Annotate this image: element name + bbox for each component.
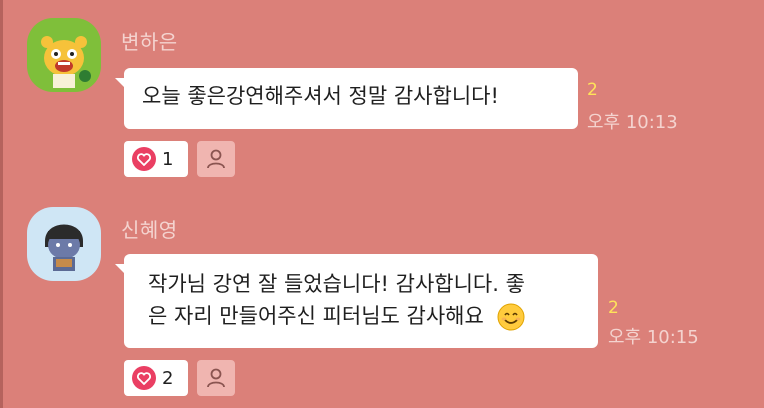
reaction-users-button[interactable]	[197, 141, 235, 177]
message-time: 오후 10:13	[587, 112, 678, 133]
message-bubble[interactable]: 작가님 강연 잘 들었습니다! 감사합니다. 좋 은 자리 만들어주신 피터님도…	[115, 254, 598, 348]
ryan-character-icon	[27, 18, 101, 92]
avatar[interactable]	[27, 18, 101, 92]
reaction-count: 1	[162, 148, 174, 170]
heart-icon	[132, 366, 156, 390]
message-text-line: 은 자리 만들어주신 피터님도 감사해요	[148, 304, 484, 328]
heart-icon	[132, 147, 156, 171]
unread-count: 2	[608, 298, 619, 318]
unread-count: 2	[587, 80, 598, 100]
reaction-count: 2	[162, 367, 174, 389]
window-edge	[0, 0, 3, 408]
message-time: 오후 10:15	[608, 327, 699, 348]
character-icon	[27, 207, 101, 281]
sender-name: 변하은	[121, 30, 178, 54]
reaction-users-button[interactable]	[197, 360, 235, 396]
avatar[interactable]	[27, 207, 101, 281]
message-text: 오늘 좋은강연해주셔서 정말 감사합니다!	[142, 84, 499, 108]
message-bubble[interactable]: 오늘 좋은강연해주셔서 정말 감사합니다!	[115, 68, 578, 129]
smile-emoji-icon	[497, 303, 525, 331]
heart-reaction[interactable]: 2	[124, 360, 188, 396]
person-icon	[207, 149, 225, 169]
sender-name: 신혜영	[121, 218, 178, 242]
message-text-line: 작가님 강연 잘 들었습니다! 감사합니다. 좋	[148, 272, 525, 296]
person-icon	[207, 368, 225, 388]
heart-reaction[interactable]: 1	[124, 141, 188, 177]
